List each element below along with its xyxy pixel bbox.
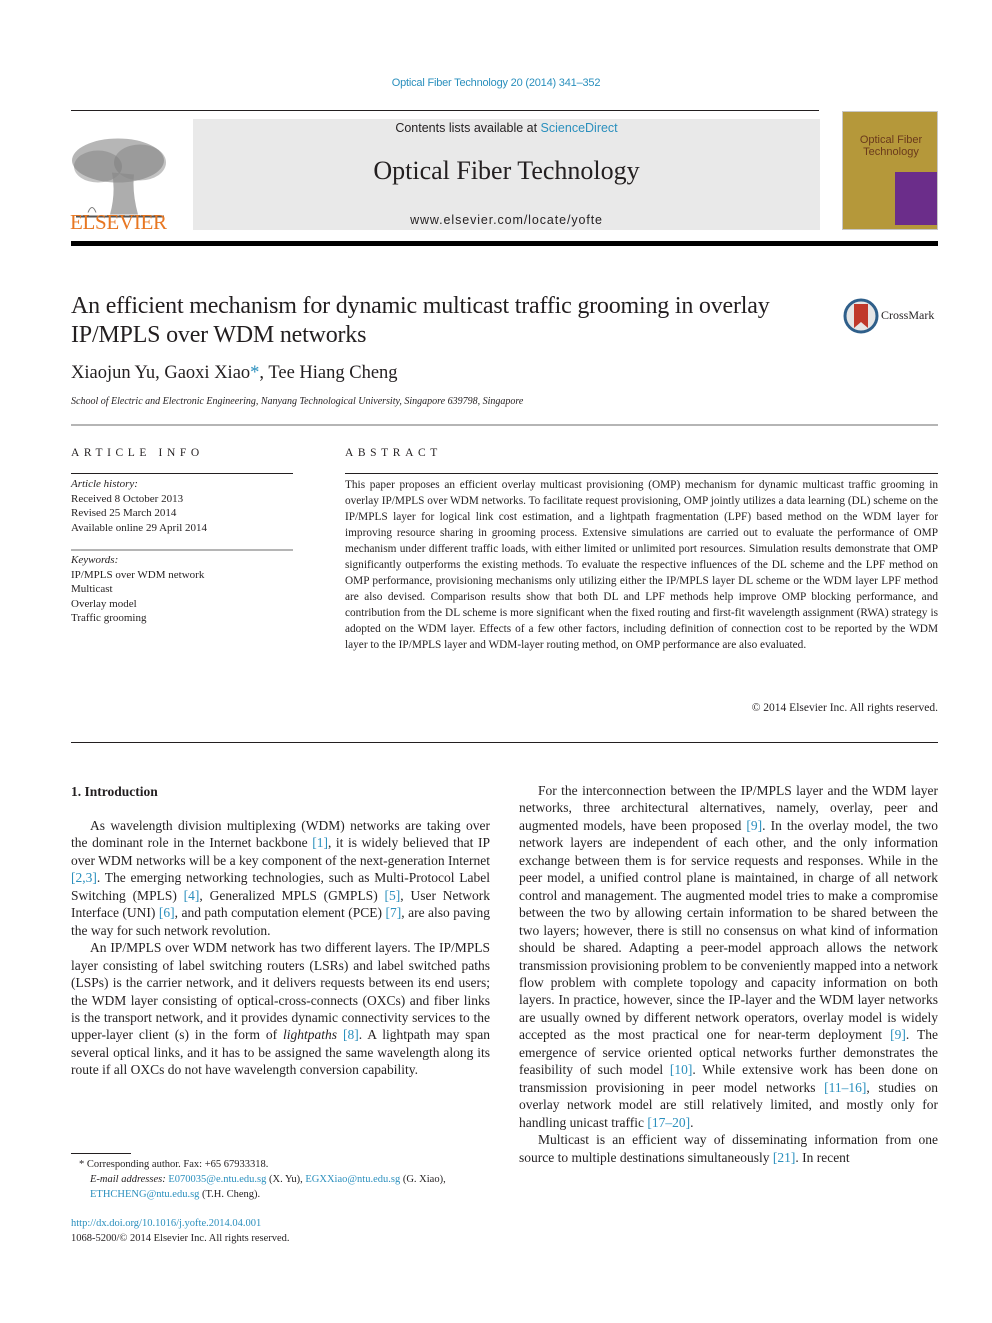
corresponding-author-mark[interactable]: * [250,363,259,383]
email-link[interactable]: ETHCHENG@ntu.edu.sg [90,1189,199,1200]
doi-link[interactable]: http://dx.doi.org/10.1016/j.yofte.2014.0… [71,1216,290,1231]
section-heading-introduction: 1. Introduction [71,784,158,799]
article-info-heading: ARTICLE INFO [71,447,204,459]
citation-link[interactable]: [8] [343,1027,359,1042]
section-divider [71,424,938,426]
author-name: Tee Hiang Cheng [268,363,398,383]
author-list: Xiaojun Yu, Gaoxi Xiao*, Tee Hiang Cheng [71,363,398,383]
elsevier-wordmark: ELSEVIER [70,210,167,234]
abstract-bottom-rule [71,742,938,743]
history-label: Article history: [71,478,138,490]
abstract-heading: ABSTRACT [345,447,442,459]
email-label: E-mail addresses: [90,1174,166,1185]
keywords: Keywords: IP/MPLS over WDM network Multi… [71,553,293,626]
citation-link[interactable]: [17–20] [647,1115,690,1130]
doi-block: http://dx.doi.org/10.1016/j.yofte.2014.0… [71,1216,290,1246]
keyword-item: Multicast [71,583,113,596]
journal-url-link[interactable]: www.elsevier.com/locate/yofte [193,213,820,227]
citation-link[interactable]: [6] [159,905,175,920]
footnote: * Corresponding author. Fax: +65 6793331… [71,1157,501,1202]
body-paragraph: For the interconnection between the IP/M… [519,783,938,1130]
cover-artwork [895,172,937,225]
paper-title: An efficient mechanism for dynamic multi… [71,293,770,348]
crossmark-icon[interactable] [843,298,879,334]
citation-link[interactable]: [10] [670,1062,693,1077]
body-paragraph: An IP/MPLS over WDM network has two diff… [71,940,491,1078]
keywords-label: Keywords: [71,554,119,566]
email-addresses: E-mail addresses: E070035@e.ntu.edu.sg (… [90,1174,446,1200]
keyword-item: Traffic grooming [71,612,147,625]
body-paragraph: Multicast is an efficient way of dissemi… [519,1132,938,1165]
journal-reference-link[interactable]: Optical Fiber Technology 20 (2014) 341–3… [0,77,992,89]
history-revised: Revised 25 March 2014 [71,507,177,520]
corresponding-author-note: * Corresponding author. Fax: +65 6793331… [79,1159,269,1170]
abstract-text: This paper proposes an efficient overlay… [345,479,938,651]
header-rule [71,110,819,111]
body-column-left: As wavelength division multiplexing (WDM… [71,817,490,1079]
abstract-rule [345,473,938,474]
footnote-rule [71,1153,131,1154]
contents-line: Contents lists available at ScienceDirec… [193,121,820,135]
article-history: Article history: Received 8 October 2013… [71,477,293,535]
issn-copyright: 1068-5200/© 2014 Elsevier Inc. All right… [71,1233,290,1244]
citation-link[interactable]: [9] [746,818,762,833]
affiliation: School of Electric and Electronic Engine… [71,396,524,407]
crossmark-label[interactable]: CrossMark [881,308,934,323]
email-link[interactable]: E070035@e.ntu.edu.sg [168,1174,266,1185]
citation-link[interactable]: [2,3] [71,870,97,885]
journal-title: Optical Fiber Technology [373,156,640,185]
keyword-item: Overlay model [71,597,137,610]
author-name: Xiaojun Yu [71,363,156,383]
keyword-item: IP/MPLS over WDM network [71,568,205,581]
citation-link[interactable]: [7] [386,905,402,920]
citation-link[interactable]: [11–16] [824,1080,866,1095]
sciencedirect-link[interactable]: ScienceDirect [541,121,618,135]
citation-link[interactable]: [9] [890,1027,906,1042]
cover-title: Optical Fiber Technology [859,134,923,158]
citation-link[interactable]: [5] [385,888,401,903]
abstract-copyright: © 2014 Elsevier Inc. All rights reserved… [751,702,938,714]
contents-prefix: Contents lists available at [395,121,541,135]
citation-link[interactable]: [1] [312,835,328,850]
emphasis-term: lightpaths [283,1027,338,1043]
email-link[interactable]: EGXXiao@ntu.edu.sg [305,1174,400,1185]
citation-link[interactable]: [4] [184,888,200,903]
author-name: Gaoxi Xiao [164,363,251,383]
keywords-rule [71,549,293,551]
journal-cover-image[interactable]: Optical Fiber Technology [842,111,938,230]
history-received: Received 8 October 2013 [71,492,184,505]
history-online: Available online 29 April 2014 [71,521,208,534]
article-info-rule [71,473,293,474]
citation-link[interactable]: [21] [773,1150,796,1165]
body-column-right: For the interconnection between the IP/M… [519,782,938,1166]
body-paragraph: As wavelength division multiplexing (WDM… [71,818,490,938]
header-thick-rule [71,241,938,246]
